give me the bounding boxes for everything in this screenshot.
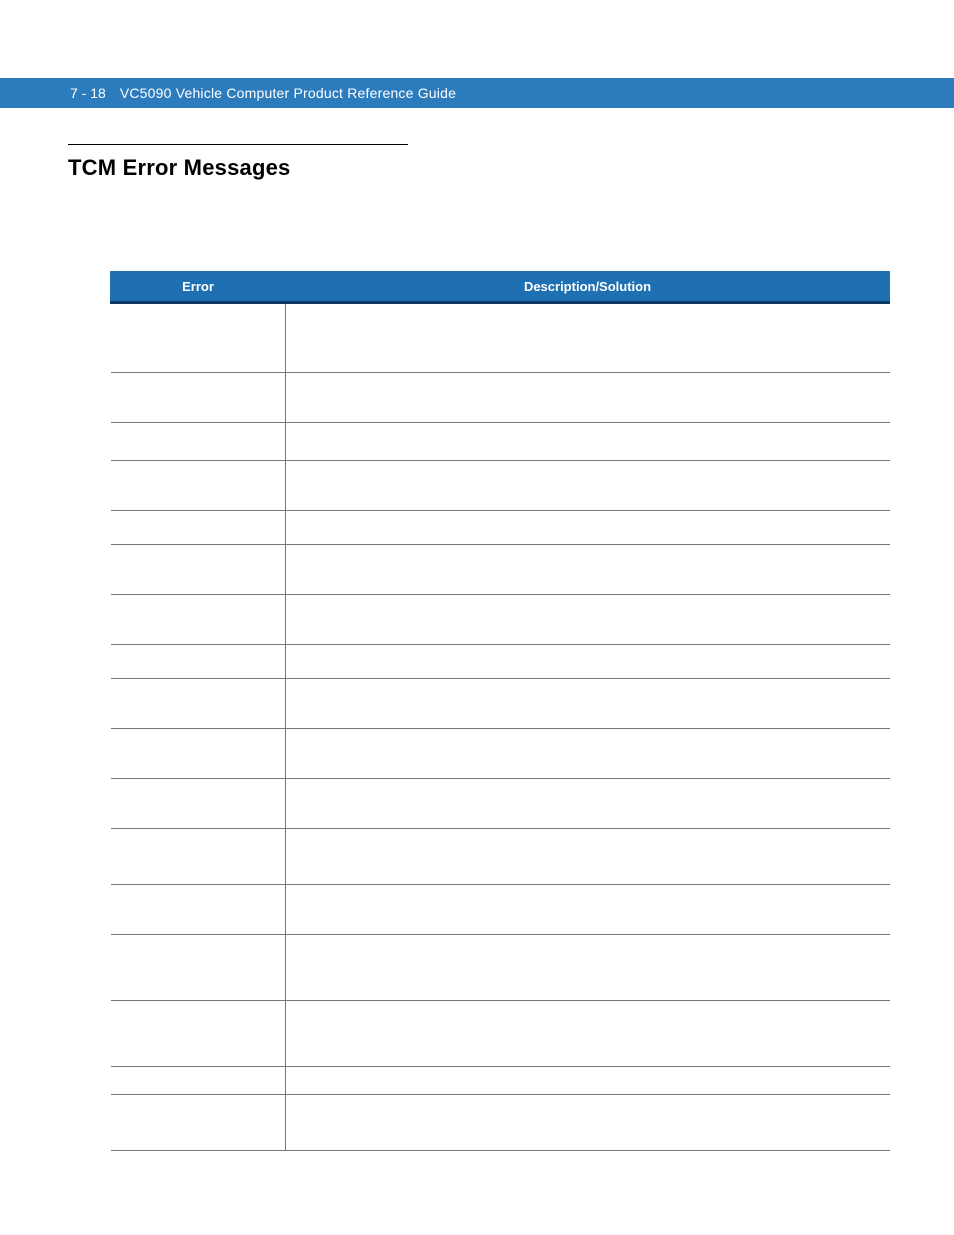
cell-description xyxy=(286,1001,890,1067)
table-row xyxy=(111,1095,890,1151)
table-row xyxy=(111,645,890,679)
cell-error xyxy=(111,679,286,729)
cell-description xyxy=(286,545,890,595)
table-row xyxy=(111,729,890,779)
cell-error xyxy=(111,545,286,595)
cell-description xyxy=(286,511,890,545)
table-row xyxy=(111,373,890,423)
document-title: VC5090 Vehicle Computer Product Referenc… xyxy=(120,85,456,101)
cell-description xyxy=(286,885,890,935)
cell-description xyxy=(286,729,890,779)
column-header-error: Error xyxy=(111,272,286,303)
column-header-description: Description/Solution xyxy=(286,272,890,303)
cell-description xyxy=(286,595,890,645)
error-messages-table: Error Description/Solution xyxy=(110,271,890,1151)
cell-error xyxy=(111,935,286,1001)
cell-description xyxy=(286,373,890,423)
cell-description xyxy=(286,935,890,1001)
cell-description xyxy=(286,679,890,729)
cell-description xyxy=(286,645,890,679)
cell-error xyxy=(111,373,286,423)
page-number: 7 - 18 xyxy=(70,85,106,101)
heading-rule xyxy=(68,144,408,145)
page-content: TCM Error Messages Error Description/Sol… xyxy=(68,144,894,1151)
cell-error xyxy=(111,729,286,779)
cell-error xyxy=(111,303,286,373)
table-row xyxy=(111,511,890,545)
cell-description xyxy=(286,779,890,829)
table-row xyxy=(111,829,890,885)
table-header-row: Error Description/Solution xyxy=(111,272,890,303)
section-heading: TCM Error Messages xyxy=(68,155,894,181)
cell-error xyxy=(111,423,286,461)
cell-error xyxy=(111,595,286,645)
cell-error xyxy=(111,885,286,935)
cell-error xyxy=(111,779,286,829)
cell-error xyxy=(111,511,286,545)
cell-description xyxy=(286,1095,890,1151)
cell-error xyxy=(111,1095,286,1151)
table-row xyxy=(111,1067,890,1095)
cell-error xyxy=(111,1001,286,1067)
table-row xyxy=(111,935,890,1001)
table-row xyxy=(111,679,890,729)
cell-description xyxy=(286,303,890,373)
cell-error xyxy=(111,1067,286,1095)
table-row xyxy=(111,461,890,511)
cell-error xyxy=(111,645,286,679)
table-row xyxy=(111,303,890,373)
table-row xyxy=(111,885,890,935)
table-row xyxy=(111,423,890,461)
table-row xyxy=(111,1001,890,1067)
cell-description xyxy=(286,461,890,511)
cell-description xyxy=(286,423,890,461)
page-header-bar: 7 - 18 VC5090 Vehicle Computer Product R… xyxy=(0,78,954,108)
cell-error xyxy=(111,461,286,511)
table-row xyxy=(111,545,890,595)
cell-description xyxy=(286,829,890,885)
table-row xyxy=(111,779,890,829)
table-row xyxy=(111,595,890,645)
cell-description xyxy=(286,1067,890,1095)
cell-error xyxy=(111,829,286,885)
